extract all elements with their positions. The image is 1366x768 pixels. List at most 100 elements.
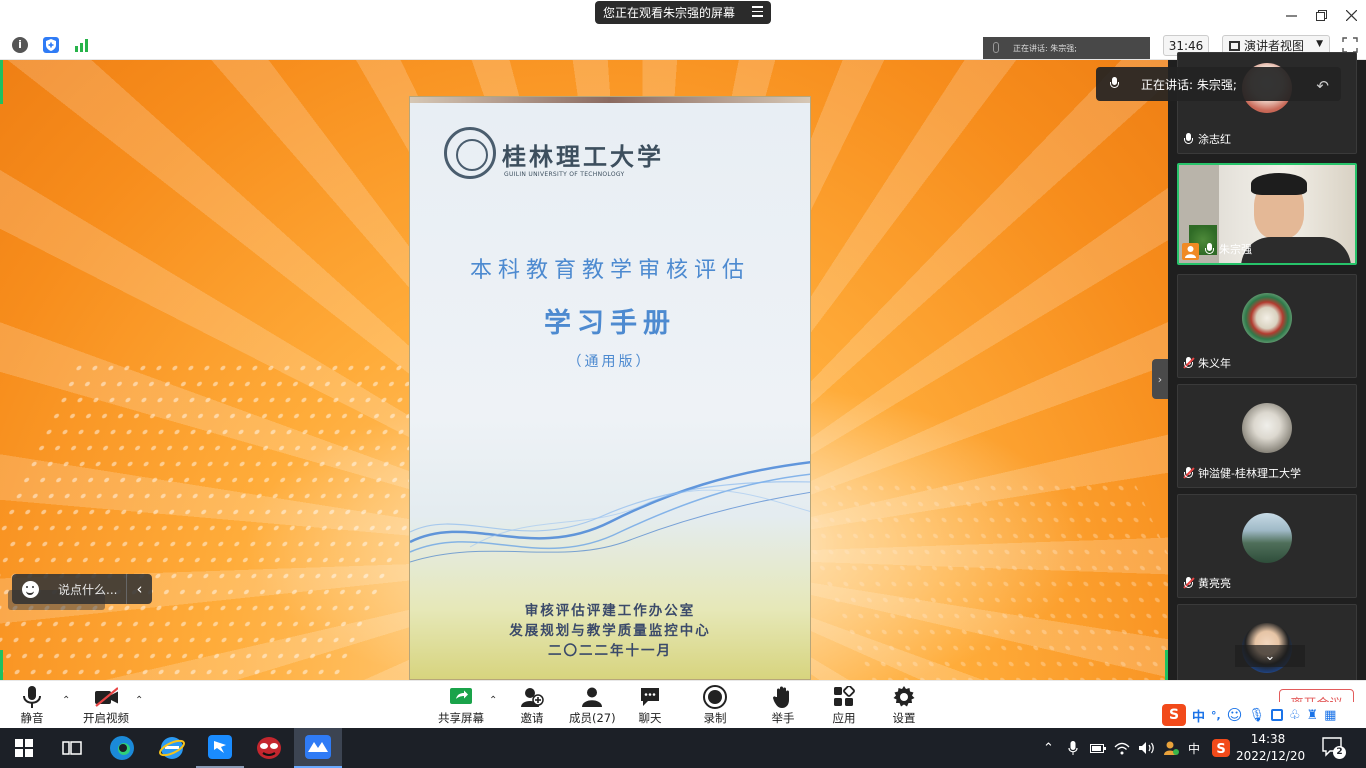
record-icon [703,684,727,710]
task-view-icon[interactable] [48,728,96,768]
ime-shirt-icon[interactable]: ♜ [1307,708,1319,723]
ime-punct[interactable]: °, [1211,709,1221,722]
participant-name: 涂志红 [1198,133,1231,146]
cover-top-strip [410,97,810,103]
emoji-icon[interactable] [22,580,39,598]
viewing-share-notice[interactable]: 您正在观看朱宗强的屏幕 [595,1,771,24]
participant-name-row: 涂志红 [1184,131,1231,147]
record-label: 录制 [703,711,727,725]
members-button[interactable]: 成员(27) [569,684,616,726]
participant-tile[interactable]: 钟溢健-桂林理工大学 [1177,384,1357,488]
share-screen-button[interactable]: 共享屏幕 [438,684,484,726]
audio-options-caret-icon[interactable]: ⌃ [62,695,70,706]
chat-placeholder[interactable]: 说点什么... [58,581,117,598]
show-hidden-icons[interactable]: ⌃ [1043,728,1054,768]
info-icon[interactable]: i [12,37,28,53]
clock-date: 2022/12/20 [1236,749,1306,763]
background-decoration [773,480,1168,680]
input-language[interactable]: 中 [1188,728,1200,768]
mic-muted-icon [1183,356,1195,370]
video-options-caret-icon[interactable]: ⌃ [135,695,143,706]
volume-icon[interactable] [1138,728,1156,768]
invite-label: 邀请 [520,711,544,725]
reply-arrow-icon[interactable]: ↶ [1316,77,1329,95]
settings-button[interactable]: 设置 [892,684,916,726]
invite-button[interactable]: 邀请 [520,684,544,726]
raise-hand-button[interactable]: 举手 [771,684,795,726]
title-bar: 您正在观看朱宗强的屏幕 [0,0,1366,30]
ime-lang[interactable]: 中 [1192,706,1205,725]
restore-icon[interactable] [1310,4,1332,26]
raise-hand-label: 举手 [771,711,795,725]
scroll-down-icon[interactable]: ⌄ [1235,645,1305,667]
close-icon[interactable] [1340,4,1362,26]
notification-center-icon[interactable]: 2 [1322,737,1346,759]
notification-count: 2 [1333,746,1346,759]
share-options-caret-icon[interactable]: ⌃ [489,695,497,706]
university-name: 桂林理工大学 [502,142,664,171]
participant-name: 黄亮亮 [1198,577,1231,590]
participant-name-row: 钟溢健-桂林理工大学 [1183,465,1301,481]
wifi-icon[interactable] [1114,728,1130,768]
edge-browser-icon[interactable] [98,728,146,768]
dingtalk-app-icon[interactable] [196,728,244,768]
ie-browser-icon[interactable] [148,728,196,768]
mic-muted-icon [1183,466,1195,480]
chevron-left-icon[interactable]: ‹ [126,574,152,604]
ime-keyboard-icon[interactable] [1270,709,1283,721]
apps-button[interactable]: 应用 [832,684,856,726]
tencent-meeting-app-icon[interactable] [294,728,342,768]
participant-tile[interactable] [1177,604,1357,684]
mic-icon [993,42,999,53]
microphone-tray-icon[interactable] [1068,728,1078,768]
signal-bars-icon[interactable] [74,37,90,53]
gear-icon [892,684,916,710]
issuer-center: 发展规划与教学质量监控中心 [509,623,711,639]
share-label: 共享屏幕 [438,711,484,725]
menu-icon[interactable] [752,6,763,18]
fullscreen-icon[interactable] [1342,37,1358,53]
chat-label: 聊天 [638,711,662,725]
share-border-marker [0,650,3,680]
document-title: 本科教育教学审核评估 [469,258,750,283]
participant-tile[interactable]: 黄亮亮 [1177,494,1357,598]
person-body [1241,237,1351,263]
windows-start-icon[interactable] [0,728,48,768]
meeting-info-bar: i [0,30,1366,60]
ime-voice-icon[interactable]: 🎙 [1248,708,1265,723]
windows-taskbar: ⌃ 中 S 14:38 2022/12/20 2 [0,728,1366,768]
record-button[interactable]: 录制 [703,684,727,726]
chat-button[interactable]: 聊天 [638,684,662,726]
meeting-window: 您正在观看朱宗强的屏幕 i 31:46 演讲者视图 ▼ 桂林理工大学 GUILI… [0,0,1366,768]
user-tray-icon[interactable] [1163,728,1179,768]
participants-gallery: 涂志红 朱宗强 朱义年 钟溢健-桂林理工大学 黄亮亮 [1168,52,1366,684]
shared-screen[interactable]: 桂林理工大学 GUILIN UNIVERSITY OF TECHNOLOGY 本… [0,60,1168,680]
avatar [1242,513,1292,563]
ime-toolbar[interactable]: S 中 °, ☺ 🎙 ♧ ♜ ▦ [1158,702,1366,728]
participant-name-row: 黄亮亮 [1183,575,1231,591]
ime-emoji-icon[interactable]: ☺ [1227,706,1243,724]
ime-grid-icon[interactable]: ▦ [1324,708,1336,723]
panel-collapse-toggle[interactable]: › [1152,359,1168,399]
minimize-icon[interactable] [1280,4,1302,26]
add-person-icon [520,684,544,710]
battery-icon[interactable] [1090,728,1106,768]
participant-name: 朱义年 [1198,357,1231,370]
share-border-marker [0,60,3,104]
meeting-toolbar: 静音 ⌃ 开启视频 ⌃ 共享屏幕 ⌃ 邀请 成员(27) 聊天 录制 举手 应用… [0,680,1366,728]
wave-decoration [410,461,810,563]
security-shield-icon[interactable] [43,37,59,53]
participant-name: 朱宗强 [1219,243,1252,256]
system-clock[interactable]: 14:38 2022/12/20 [1236,731,1306,765]
sogou-ime-icon[interactable]: S [1162,704,1186,726]
participant-tile[interactable]: 朱义年 [1177,274,1357,378]
ime-skin-icon[interactable]: ♧ [1289,708,1301,723]
mic-muted-icon [1183,576,1195,590]
participant-tile-active[interactable]: 朱宗强 [1177,163,1357,265]
sogou-tray-icon[interactable]: S [1212,728,1230,768]
start-video-button[interactable]: 开启视频 [83,684,129,726]
quick-chat-box[interactable]: 说点什么... ‹ [12,574,152,604]
mute-button[interactable]: 静音 [20,684,44,726]
host-icon [1182,243,1199,260]
opera-mask-app-icon[interactable] [245,728,293,768]
